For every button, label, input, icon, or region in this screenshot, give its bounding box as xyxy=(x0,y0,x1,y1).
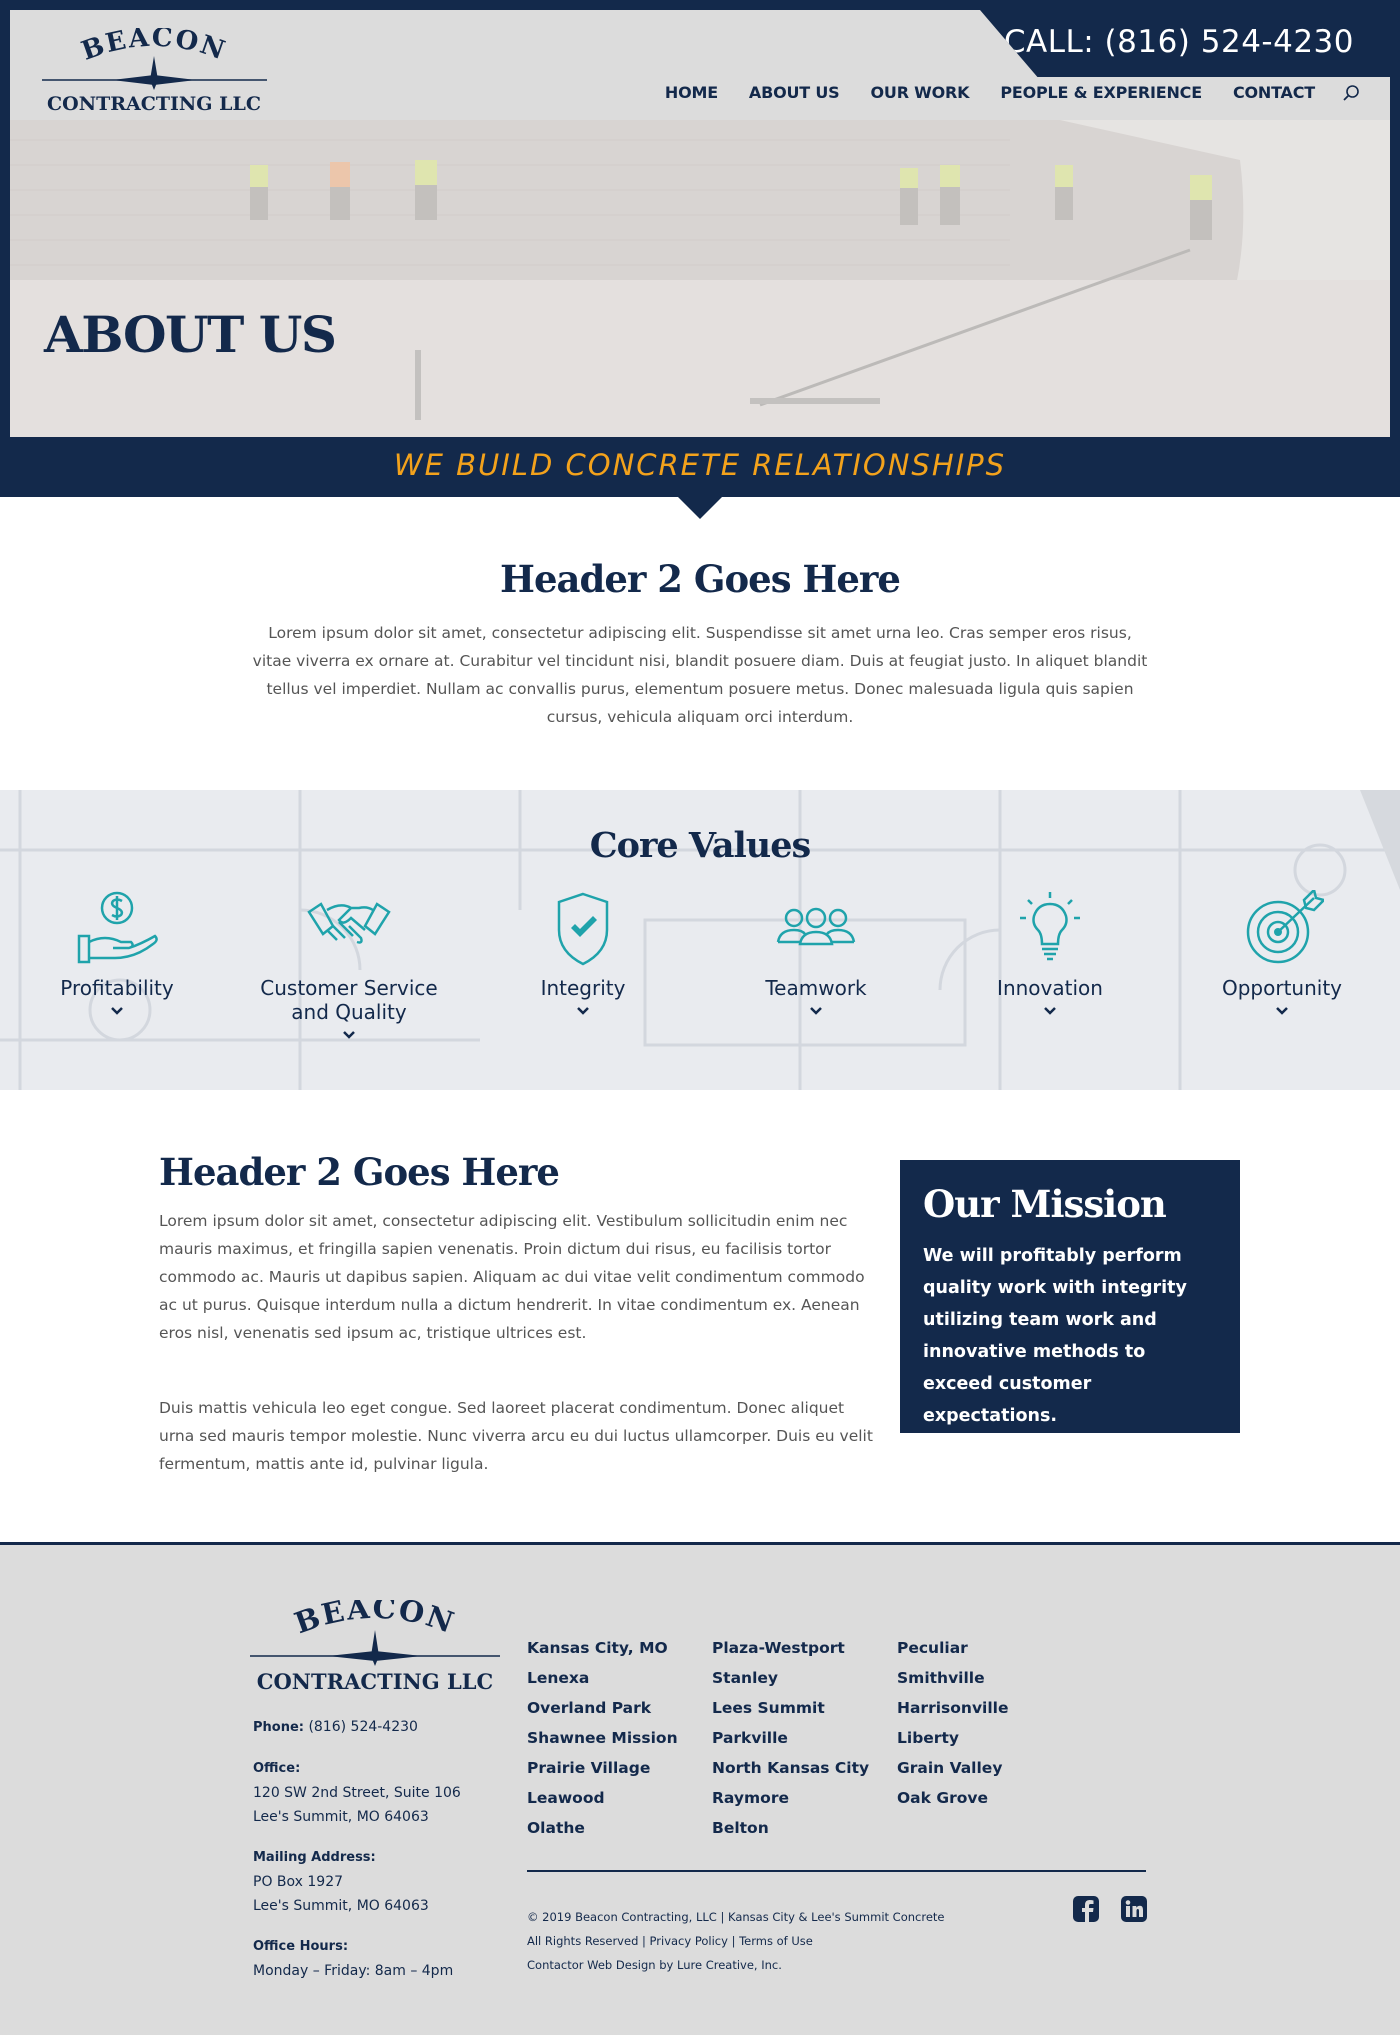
footer-phone[interactable]: (816) 524-4230 xyxy=(308,1719,418,1735)
linkedin-icon[interactable] xyxy=(1120,1895,1148,1923)
tagline-notch xyxy=(678,497,722,519)
footer-logo-bottom: CONTRACTING LLC xyxy=(257,1669,493,1694)
content-paragraph-1: Lorem ipsum dolor sit amet, consectetur … xyxy=(159,1212,865,1342)
city-link[interactable]: Belton xyxy=(712,1813,869,1843)
facebook-icon[interactable] xyxy=(1072,1895,1100,1923)
hours-label: Office Hours: xyxy=(253,1939,349,1954)
mission-box: Our Mission We will profitably perform q… xyxy=(900,1160,1240,1433)
chevron-down-icon[interactable] xyxy=(342,1030,356,1040)
city-link[interactable]: Smithville xyxy=(897,1663,1009,1693)
core-value-label: Teamwork xyxy=(765,976,867,1000)
core-value-label: Profitability xyxy=(60,976,174,1000)
mailing-address-line-1: PO Box 1927 xyxy=(253,1874,344,1890)
footer-divider xyxy=(527,1870,1146,1872)
page-title: ABOUT US xyxy=(44,305,337,364)
core-values-section: Core Values Profitability Customer Servi… xyxy=(0,790,1400,1090)
team-icon xyxy=(776,907,856,946)
chevron-down-icon[interactable] xyxy=(809,1006,823,1016)
chevron-down-icon[interactable] xyxy=(576,1006,590,1016)
city-link[interactable]: Kansas City, MO xyxy=(527,1633,678,1663)
hero-overlay xyxy=(10,120,1390,437)
intro-heading: Header 2 Goes Here xyxy=(500,557,901,601)
hero-banner: ABOUT US xyxy=(10,120,1390,437)
search-icon[interactable] xyxy=(1342,84,1360,102)
city-link[interactable]: Lees Summit xyxy=(712,1693,869,1723)
beacon-logo[interactable]: BEACON CONTRACTING LLC xyxy=(42,28,267,124)
design-credit[interactable]: Contactor Web Design by Lure Creative, I… xyxy=(527,1953,945,1977)
core-value-label: Customer Service and Quality xyxy=(260,976,438,1024)
city-link[interactable]: Shawnee Mission xyxy=(527,1723,678,1753)
shield-check-icon xyxy=(557,892,609,966)
main-nav: HOME ABOUT US OUR WORK PEOPLE & EXPERIEN… xyxy=(634,83,1360,102)
mailing-address-line-2: Lee's Summit, MO 64063 xyxy=(253,1898,429,1914)
office-address-line-2: Lee's Summit, MO 64063 xyxy=(253,1809,429,1825)
core-value-label: Integrity xyxy=(540,976,626,1000)
mission-heading: Our Mission xyxy=(923,1182,1167,1226)
core-value-opportunity[interactable]: Opportunity xyxy=(1172,890,1392,1016)
city-link[interactable]: North Kansas City xyxy=(712,1753,869,1783)
phone-label: Phone: xyxy=(253,1720,304,1735)
site-header: CALL: (816) 524-4230 BEACON CONTRACTING … xyxy=(10,10,1390,120)
city-link[interactable]: Liberty xyxy=(897,1723,1009,1753)
nav-contact[interactable]: CONTACT xyxy=(1233,83,1315,102)
footer-legal: © 2019 Beacon Contracting, LLC | Kansas … xyxy=(527,1905,945,1977)
office-address-line-1: 120 SW 2nd Street, Suite 106 xyxy=(253,1785,461,1801)
city-link[interactable]: Parkville xyxy=(712,1723,869,1753)
hand-dollar-icon xyxy=(77,891,158,964)
target-icon xyxy=(1246,890,1324,964)
nav-our-work[interactable]: OUR WORK xyxy=(871,83,970,102)
site-footer: BEACON CONTRACTING LLC Phone: (816) 524-… xyxy=(0,1542,1400,2035)
city-link[interactable]: Plaza-Westport xyxy=(712,1633,869,1663)
tagline-band: WE BUILD CONCRETE RELATIONSHIPS xyxy=(0,437,1400,497)
tagline-text: WE BUILD CONCRETE RELATIONSHIPS xyxy=(393,448,1007,482)
city-link[interactable]: Oak Grove xyxy=(897,1783,1009,1813)
city-link[interactable]: Olathe xyxy=(527,1813,678,1843)
copyright-text: © 2019 Beacon Contracting, LLC | Kansas … xyxy=(527,1910,945,1924)
chevron-down-icon[interactable] xyxy=(1275,1006,1289,1016)
office-hours: Monday – Friday: 8am – 4pm xyxy=(253,1963,454,1979)
city-link[interactable]: Lenexa xyxy=(527,1663,678,1693)
office-label: Office: xyxy=(253,1761,301,1776)
city-link[interactable]: Stanley xyxy=(712,1663,869,1693)
handshake-icon xyxy=(307,902,391,944)
mission-text: We will profitably perform quality work … xyxy=(923,1246,1187,1426)
nav-home[interactable]: HOME xyxy=(665,83,718,102)
core-value-label: Innovation xyxy=(997,976,1103,1000)
cities-column-2: Plaza-Westport Stanley Lees Summit Parkv… xyxy=(712,1633,869,1843)
nav-about-us[interactable]: ABOUT US xyxy=(749,83,840,102)
city-link[interactable]: Prairie Village xyxy=(527,1753,678,1783)
footer-contact-info: Phone: (816) 524-4230 Office: 120 SW 2nd… xyxy=(253,1715,483,1999)
rights-links[interactable]: All Rights Reserved | Privacy Policy | T… xyxy=(527,1929,945,1953)
phone-banner: CALL: (816) 524-4230 xyxy=(980,10,1390,77)
city-link[interactable]: Harrisonville xyxy=(897,1693,1009,1723)
nav-people-experience[interactable]: PEOPLE & EXPERIENCE xyxy=(1000,83,1202,102)
core-value-teamwork[interactable]: Teamwork xyxy=(706,890,926,1016)
city-link[interactable]: Leawood xyxy=(527,1783,678,1813)
chevron-down-icon[interactable] xyxy=(110,1006,124,1016)
city-link[interactable]: Peculiar xyxy=(897,1633,1009,1663)
core-values-heading: Core Values xyxy=(589,825,811,866)
chevron-down-icon[interactable] xyxy=(1043,1006,1057,1016)
core-value-profitability[interactable]: Profitability xyxy=(7,890,227,1016)
cities-column-1: Kansas City, MO Lenexa Overland Park Sha… xyxy=(527,1633,678,1843)
core-value-customer-service[interactable]: Customer Service and Quality xyxy=(239,890,459,1040)
content-paragraph-2: Duis mattis vehicula leo eget congue. Se… xyxy=(159,1399,873,1473)
lightbulb-icon xyxy=(1020,892,1080,961)
core-value-label: Opportunity xyxy=(1221,976,1343,1000)
mailing-label: Mailing Address: xyxy=(253,1850,376,1865)
page: CALL: (816) 524-4230 BEACON CONTRACTING … xyxy=(0,0,1400,2035)
phone-link[interactable]: CALL: (816) 524-4230 xyxy=(1004,24,1354,60)
logo-text-bottom: CONTRACTING LLC xyxy=(47,93,261,115)
city-link[interactable]: Raymore xyxy=(712,1783,869,1813)
city-link[interactable]: Grain Valley xyxy=(897,1753,1009,1783)
footer-logo[interactable]: BEACON CONTRACTING LLC xyxy=(250,1600,500,1700)
core-value-innovation[interactable]: Innovation xyxy=(940,890,1160,1016)
cities-column-3: Peculiar Smithville Harrisonville Libert… xyxy=(897,1633,1009,1813)
core-value-integrity[interactable]: Integrity xyxy=(473,890,693,1016)
intro-paragraph: Lorem ipsum dolor sit amet, consectetur … xyxy=(252,624,1148,726)
content-heading: Header 2 Goes Here xyxy=(159,1150,560,1194)
city-link[interactable]: Overland Park xyxy=(527,1693,678,1723)
